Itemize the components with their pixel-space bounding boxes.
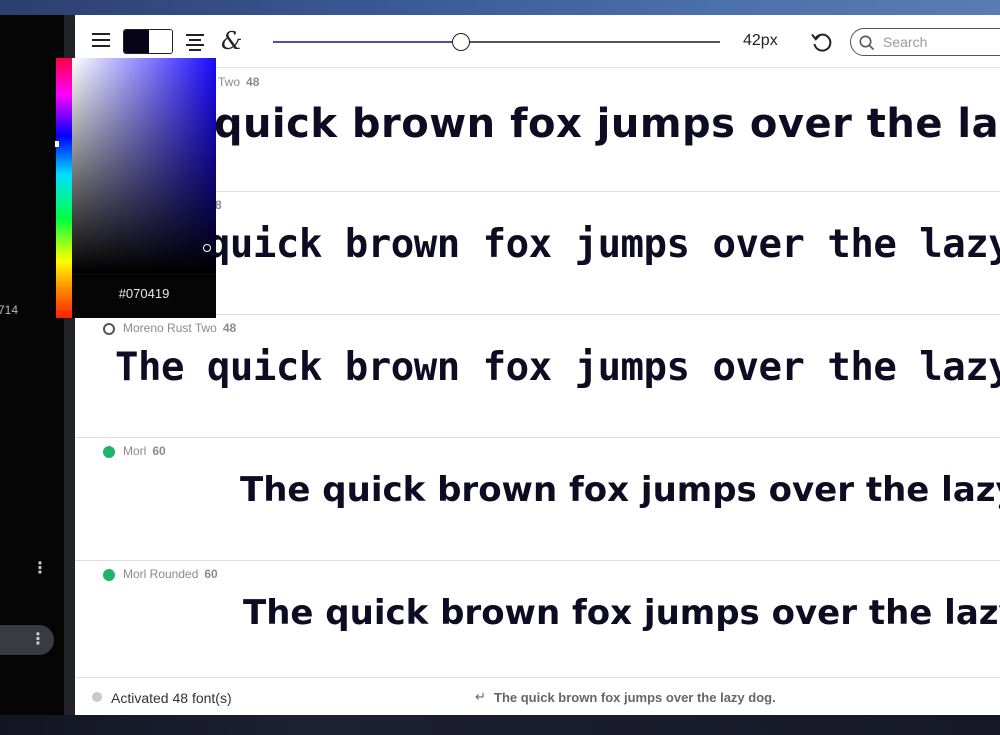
slider-handle[interactable]	[451, 33, 470, 51]
status-bar: Activated 48 font(s) ↵ The quick brown f…	[75, 677, 1000, 715]
font-sample: The quick brown fox jumps over the lazy …	[115, 101, 1000, 147]
font-sample: The quick brown fox jumps over the lazy …	[243, 593, 1000, 633]
more-options-icon[interactable]: ⋮	[30, 631, 46, 649]
sidebar-count: 714	[0, 303, 19, 317]
font-row[interactable]: Morl 60 The quick brown fox jumps over th…	[75, 438, 1000, 561]
slider-fill	[273, 41, 461, 43]
desktop-bottom-bar	[0, 715, 1000, 735]
font-row-meta: Two 48	[218, 75, 259, 89]
font-active-toggle[interactable]	[103, 446, 115, 458]
font-size-value: 48	[246, 75, 260, 89]
saturation-value-area[interactable]	[72, 58, 216, 273]
menu-icon[interactable]	[92, 33, 110, 48]
glyphs-icon[interactable]: &	[221, 27, 242, 55]
color-picker-popover: #070419	[55, 58, 216, 318]
font-row[interactable]: Morl Rounded 60 The quick brown fox jumps…	[75, 561, 1000, 684]
font-row-meta: Morl Rounded 60	[123, 567, 218, 581]
font-active-toggle[interactable]	[103, 569, 115, 581]
font-row-meta: Morl 60	[123, 444, 166, 458]
preview-text[interactable]: The quick brown fox jumps over the lazy …	[494, 690, 776, 705]
font-name: Morl Rounded	[123, 567, 199, 581]
color-picker-handle[interactable]	[203, 244, 211, 252]
background-color-swatch[interactable]	[149, 30, 172, 53]
enter-icon: ↵	[475, 689, 486, 704]
sidebar-selected-item[interactable]: ⋮	[0, 625, 54, 655]
more-options-icon[interactable]: ⋮	[32, 560, 48, 578]
font-name: Morl	[123, 444, 147, 458]
foreground-color-swatch[interactable]	[124, 30, 149, 53]
font-size-value: 60	[152, 444, 166, 458]
font-inactive-toggle[interactable]	[103, 323, 115, 335]
reset-icon[interactable]	[809, 29, 835, 55]
align-center-icon[interactable]	[185, 34, 205, 51]
font-sample: The quick brown fox jumps over the lazy …	[115, 222, 1000, 267]
font-sample: The quick brown fox jumps over the lazy …	[240, 470, 1000, 510]
font-size-readout: 42px	[743, 32, 778, 49]
search-icon	[859, 35, 875, 51]
status-text: Activated 48 font(s)	[111, 690, 232, 706]
hex-value[interactable]: #070419	[72, 286, 216, 301]
font-row-meta: Moreno Rust Two 48	[123, 321, 236, 335]
font-row-meta: 8	[215, 198, 222, 212]
font-size-value: 60	[204, 567, 218, 581]
search-input[interactable]	[883, 32, 1000, 52]
font-size-slider[interactable]	[273, 33, 720, 51]
search-box[interactable]	[850, 28, 1000, 56]
font-sample: The quick brown fox jumps over the lazy …	[115, 345, 1000, 390]
font-name: Moreno Rust Two	[123, 321, 217, 335]
font-size-value: 8	[215, 198, 222, 212]
font-size-value: 48	[222, 321, 237, 335]
hue-slider-handle[interactable]	[55, 141, 59, 147]
status-dot	[92, 692, 102, 702]
desktop-top-bar	[0, 0, 1000, 15]
font-row[interactable]: Moreno Rust Two 48 The quick brown fox ju…	[75, 315, 1000, 438]
hue-slider[interactable]	[55, 58, 72, 318]
font-name: Two	[218, 75, 241, 89]
color-swap-button[interactable]	[123, 29, 173, 54]
